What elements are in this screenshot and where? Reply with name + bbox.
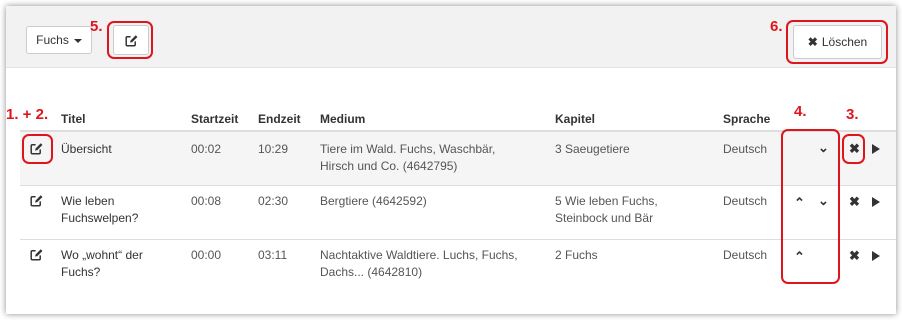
edit-icon — [124, 34, 138, 47]
delete-row-icon[interactable]: ✖ — [849, 248, 860, 264]
row-2-sprache: Deutsch — [723, 194, 768, 208]
row-1-endzeit: 10:29 — [258, 142, 289, 156]
row-3-medium-line-2: Dachs... (4642810) — [320, 265, 423, 279]
row-3-medium-line-1: Nachtaktive Waldtiere. Luchs, Fuchs, — [320, 248, 518, 262]
delete-label: Löschen — [821, 35, 868, 49]
annotation-4: 4. — [794, 103, 807, 120]
row-2-endzeit: 02:30 — [258, 194, 289, 208]
annotation-3: 3. — [846, 106, 859, 123]
row-3-endzeit: 03:11 — [258, 248, 288, 262]
row-3-startzeit: 00:00 — [191, 248, 222, 262]
edit-icon[interactable] — [30, 194, 43, 207]
play-icon[interactable] — [872, 251, 880, 261]
column-header-titel: Titel — [61, 112, 86, 126]
row-1-medium: Tiere im Wald. Fuchs, Waschbär, Hirsch u… — [320, 141, 495, 175]
row-2-titel-line-1: Wie leben — [61, 194, 115, 208]
row-1-medium-line-2: Hirsch und Co. (4642795) — [320, 159, 458, 173]
delete-button[interactable]: ✖ Löschen — [793, 25, 882, 59]
row-2-medium: Bergtiere (4642592) — [320, 194, 427, 208]
filter-dropdown[interactable]: Fuchs — [26, 26, 92, 54]
app-window: Fuchs ✖ Löschen Titel Startzeit Endzeit … — [6, 6, 896, 314]
row-2-titel-line-2: Fuchswelpen? — [61, 211, 139, 225]
row-3-titel: Wo „wohnt“ der Fuchs? — [61, 247, 143, 281]
move-down-icon[interactable]: ⌄ — [818, 140, 829, 156]
dropdown-label: Fuchs — [36, 33, 69, 47]
column-header-endzeit: Endzeit — [258, 112, 301, 126]
row-3-medium: Nachtaktive Waldtiere. Luchs, Fuchs, Dac… — [320, 247, 518, 281]
row-3-kapitel: 2 Fuchs — [555, 248, 598, 262]
row-3-titel-line-1: Wo „wohnt“ der — [61, 248, 143, 262]
delete-row-icon[interactable]: ✖ — [849, 141, 860, 157]
row-1-medium-line-1: Tiere im Wald. Fuchs, Waschbär, — [320, 142, 496, 156]
edit-icon[interactable] — [30, 248, 43, 261]
row-3-titel-line-2: Fuchs? — [61, 265, 101, 279]
delete-row-icon[interactable]: ✖ — [849, 194, 860, 210]
edit-icon[interactable] — [30, 142, 43, 155]
annotation-6: 6. — [770, 18, 783, 35]
toolbar: Fuchs ✖ Löschen — [6, 6, 896, 68]
close-icon: ✖ — [807, 35, 818, 49]
move-up-icon[interactable]: ⌃ — [794, 195, 805, 211]
column-header-medium: Medium — [320, 112, 366, 126]
row-3-sprache: Deutsch — [723, 248, 768, 262]
column-header-sprache: Sprache — [723, 112, 771, 126]
move-up-icon[interactable]: ⌃ — [794, 249, 805, 265]
row-1-sprache: Deutsch — [723, 142, 768, 156]
row-2-startzeit: 00:08 — [191, 194, 222, 208]
edit-button[interactable] — [113, 25, 149, 55]
row-1-titel: Übersicht — [61, 142, 112, 156]
move-down-icon[interactable]: ⌄ — [818, 193, 829, 209]
annotation-5: 5. — [90, 18, 103, 35]
column-header-startzeit: Startzeit — [191, 112, 239, 126]
row-1-kapitel: 3 Saeugetiere — [555, 142, 630, 156]
row-2-kapitel-line-2: Steinbock und Bär — [555, 211, 654, 225]
row-2-titel: Wie leben Fuchswelpen? — [61, 193, 138, 227]
row-2-kapitel: 5 Wie leben Fuchs, Steinbock und Bär — [555, 193, 658, 227]
play-icon[interactable] — [872, 144, 880, 154]
annotation-1-2: 1. + 2. — [6, 106, 49, 123]
row-2-kapitel-line-1: 5 Wie leben Fuchs, — [555, 194, 658, 208]
caret-down-icon — [73, 38, 82, 43]
row-1-startzeit: 00:02 — [191, 142, 222, 156]
column-header-kapitel: Kapitel — [555, 112, 596, 126]
play-icon[interactable] — [872, 197, 880, 207]
